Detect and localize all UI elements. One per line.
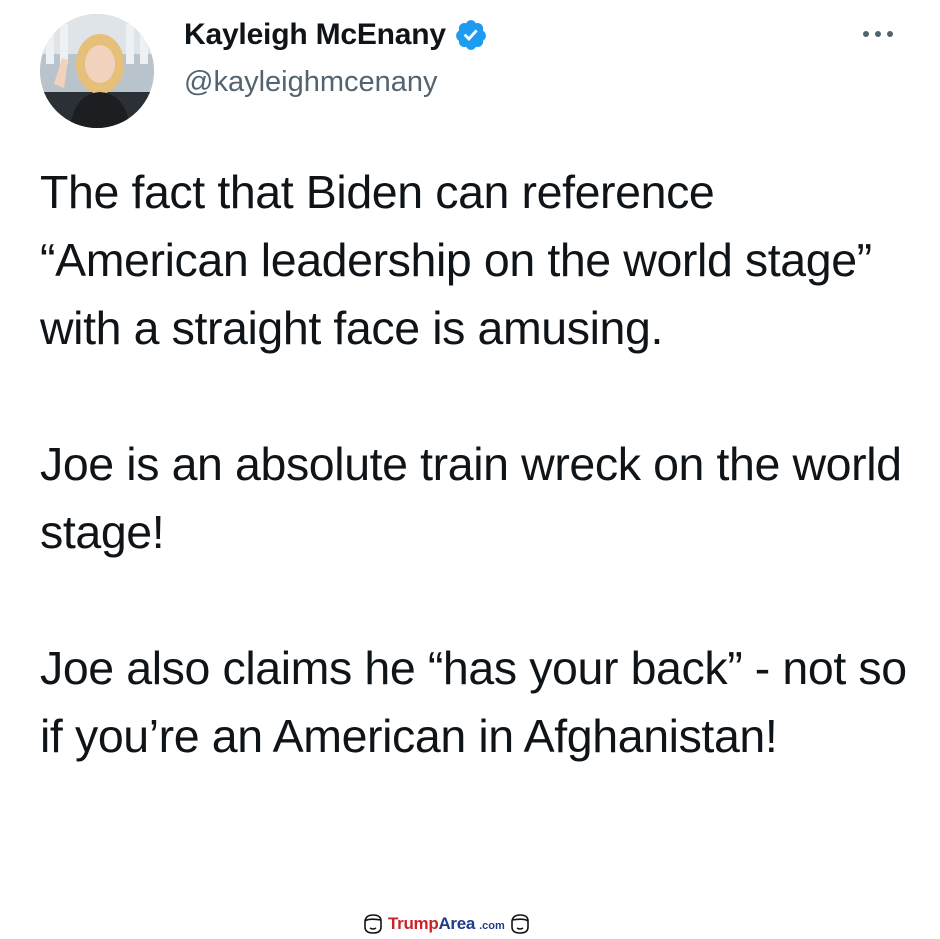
author-handle[interactable]: @kayleighmcenany <box>184 66 438 99</box>
avatar-photo-icon <box>40 14 154 128</box>
author-name-row: Kayleigh McEnany <box>184 18 488 52</box>
author-display-name[interactable]: Kayleigh McEnany <box>184 18 446 52</box>
author-avatar[interactable] <box>40 14 154 128</box>
tweet-body: The fact that Biden can reference “Ameri… <box>40 158 910 770</box>
tweet-paragraph: Joe is an absolute train wreck on the wo… <box>40 438 902 558</box>
ellipsis-icon[interactable] <box>858 22 898 46</box>
verified-badge-icon <box>456 20 486 50</box>
tweet-card: Kayleigh McEnany @kayleighmcenany The fa… <box>0 0 940 910</box>
trump-face-icon <box>364 914 382 934</box>
watermark-domain: .com <box>479 920 505 932</box>
trump-face-icon <box>510 914 529 934</box>
tweet-paragraph: The fact that Biden can reference “Ameri… <box>40 166 872 354</box>
tweet-paragraph: Joe also claims he “has your back” - not… <box>40 642 907 762</box>
watermark: TrumpArea .com <box>362 912 531 936</box>
watermark-brand: TrumpArea <box>388 914 476 933</box>
